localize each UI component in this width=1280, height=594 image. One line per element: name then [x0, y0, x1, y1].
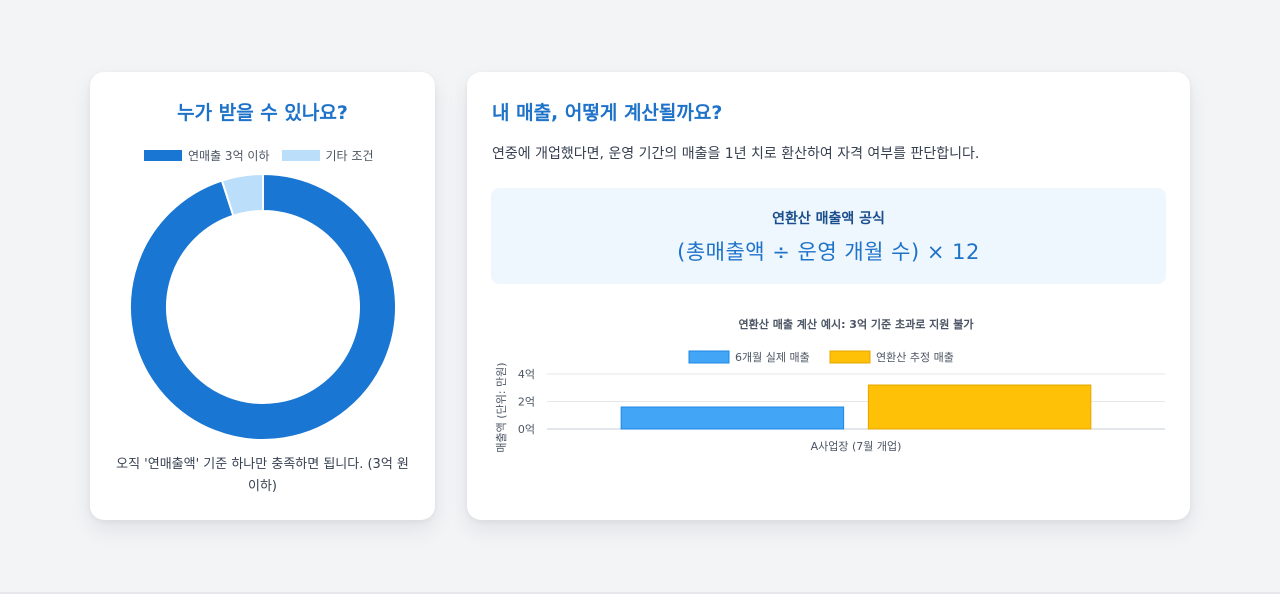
eligibility-caption: 오직 '연매출액' 기준 하나만 충족하면 됩니다. (3억 원 이하)	[116, 457, 409, 494]
bar-y-tick-2: 4억	[518, 368, 535, 381]
bar-legend-swatch-1	[829, 350, 871, 364]
bar-y-tick-1: 2억	[518, 396, 535, 409]
calculation-description: 연중에 개업했다면, 운영 기간의 매출을 1년 치로 환산하여 자격 여부를 …	[492, 146, 980, 162]
bar-legend-swatch-0	[688, 350, 730, 364]
donut-legend-swatch-0	[144, 150, 182, 161]
donut-chart-svg	[129, 172, 397, 441]
formula-text: (총매출액 ÷ 운영 개월 수) × 12	[677, 240, 980, 264]
donut-legend-item-0[interactable]: 연매출 3억 이하	[144, 147, 270, 164]
bar-0[interactable]	[620, 406, 845, 430]
bar-chart-title: 연환산 매출 계산 예시: 3억 기준 초과로 지원 불가	[739, 317, 974, 331]
bar-chart-svg: 연환산 매출 계산 예시: 3억 기준 초과로 지원 불가 6개월 실제 매출 연환…	[495, 317, 1165, 453]
bar-x-tick-0: A사업장 (7월 개업)	[811, 440, 902, 453]
bar-legend-label-1: 연환산 추정 매출	[876, 351, 954, 364]
donut-legend-label-0: 연매출 3억 이하	[188, 149, 270, 163]
donut-legend-swatch-1	[281, 150, 320, 161]
eligibility-card: 누가 받을 수 있나요? 연매출 3억 이하 기타 조건 오직 '연매출액' 기…	[90, 72, 435, 520]
bar-1[interactable]	[867, 384, 1092, 430]
calculation-card: 내 매출, 어떻게 계산될까요? 연중에 개업했다면, 운영 기간의 매출을 1…	[467, 72, 1190, 520]
bar-y-axis-label: 매출액 (단위: 만원)	[495, 362, 508, 452]
donut-legend: 연매출 3억 이하 기타 조건	[144, 147, 386, 164]
donut-chart	[128, 172, 398, 442]
bar-legend-item-0[interactable]: 6개월 실제 매출	[688, 350, 810, 364]
bar-chart: 연환산 매출 계산 예시: 3억 기준 초과로 지원 불가 6개월 실제 매출 연환…	[491, 308, 1171, 458]
formula-box: 연환산 매출액 공식 (총매출액 ÷ 운영 개월 수) × 12	[491, 188, 1166, 284]
donut-slice-0[interactable]	[129, 172, 397, 441]
bar-legend-item-1[interactable]: 연환산 추정 매출	[829, 350, 954, 364]
bar-y-tick-0: 0억	[518, 423, 535, 436]
bar-legend-label-0: 6개월 실제 매출	[735, 351, 810, 364]
formula-label: 연환산 매출액 공식	[772, 211, 885, 227]
eligibility-title: 누가 받을 수 있나요?	[177, 102, 348, 124]
donut-legend-item-1[interactable]: 기타 조건	[281, 147, 374, 164]
page: 누가 받을 수 있나요? 연매출 3억 이하 기타 조건 오직 '연매출액' 기…	[0, 0, 1280, 594]
donut-legend-label-1: 기타 조건	[325, 149, 374, 163]
calculation-title: 내 매출, 어떻게 계산될까요?	[492, 102, 723, 124]
